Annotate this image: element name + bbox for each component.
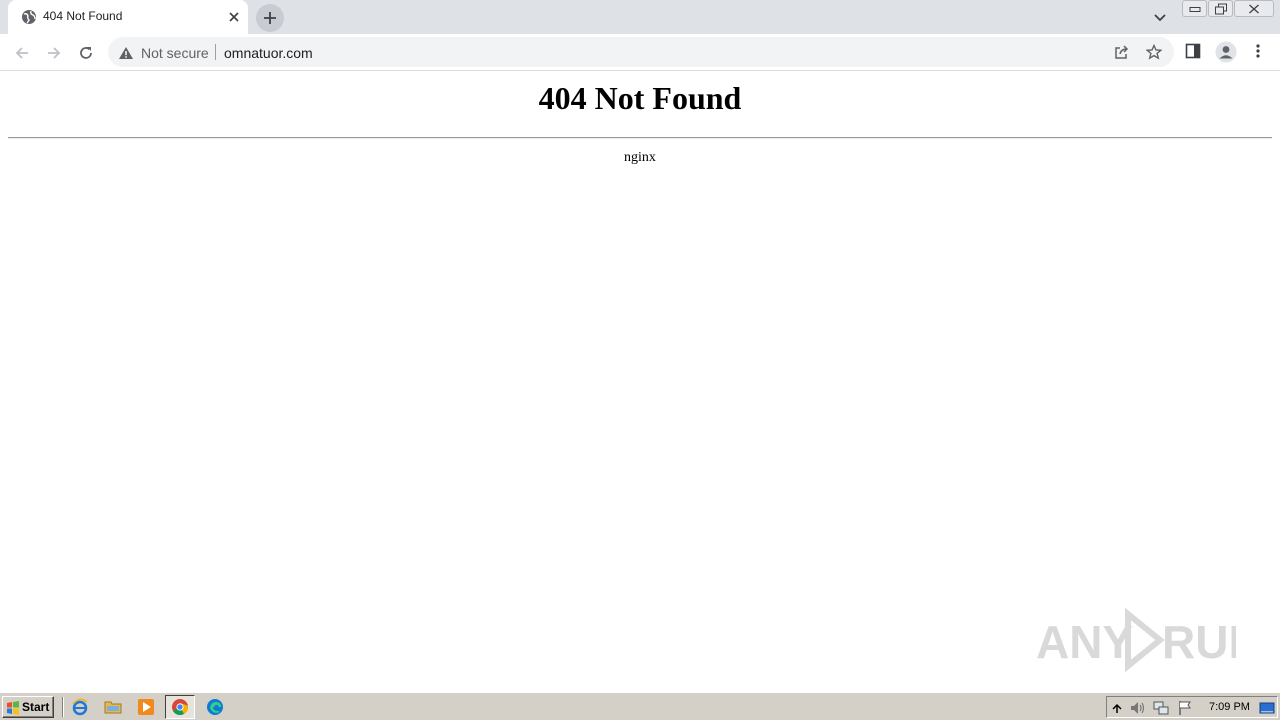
tab-search-icon[interactable] [1152, 9, 1168, 25]
side-panel-icon[interactable] [1185, 43, 1203, 61]
network-icon[interactable] [1153, 700, 1169, 716]
edge-icon[interactable] [206, 698, 224, 716]
horizontal-rule [8, 137, 1272, 139]
reload-button[interactable] [74, 41, 98, 65]
back-icon [15, 47, 28, 59]
tab-title: 404 Not Found [43, 9, 123, 23]
security-label[interactable]: Not secure [141, 45, 209, 61]
url-text[interactable]: omnatuor.com [224, 45, 313, 61]
chrome-taskbar-button[interactable] [165, 695, 195, 719]
tray-chevron-icon[interactable] [1109, 700, 1125, 716]
window-controls [1182, 0, 1274, 18]
new-tab-icon [264, 12, 276, 24]
internet-explorer-icon[interactable] [71, 698, 89, 716]
new-tab-button[interactable] [256, 4, 284, 32]
action-center-flag-icon[interactable] [1177, 700, 1193, 716]
chrome-icon [171, 698, 189, 716]
tab-strip: 404 Not Found [0, 0, 1280, 34]
windows-logo-icon [6, 700, 20, 715]
back-button[interactable] [10, 41, 34, 65]
forward-button[interactable] [42, 41, 66, 65]
forward-icon [48, 47, 61, 59]
system-tray: 7:09 PM [1106, 696, 1278, 718]
start-button[interactable]: Start [2, 696, 54, 718]
restore-icon [1214, 3, 1227, 14]
restore-button[interactable] [1208, 0, 1233, 17]
close-tab-icon[interactable] [226, 9, 242, 25]
share-icon[interactable] [1114, 44, 1130, 60]
close-window-button[interactable] [1234, 0, 1274, 17]
taskbar-separator [62, 697, 64, 717]
media-player-icon[interactable] [137, 698, 155, 716]
server-signature: nginx [624, 150, 656, 165]
watermark-text-run: RUN [1162, 616, 1236, 668]
address-bar[interactable]: Not secure omnatuor.com [108, 37, 1174, 67]
anyrun-watermark: ANY RUN [1036, 607, 1262, 673]
browser-tab[interactable]: 404 Not Found [8, 0, 248, 34]
bookmark-star-icon[interactable] [1145, 43, 1163, 60]
folder-icon[interactable] [104, 698, 122, 716]
reload-icon [80, 47, 92, 59]
page-content: 404 Not Found nginx ANY RUN [0, 72, 1280, 692]
watermark-text-any: ANY [1036, 616, 1133, 668]
menu-icon[interactable] [1250, 43, 1268, 61]
page-title: 404 Not Found [538, 80, 742, 116]
minimize-icon [1189, 6, 1200, 12]
show-desktop-icon[interactable] [1259, 700, 1275, 716]
globe-icon [21, 9, 37, 25]
omnibox-divider [215, 44, 216, 60]
browser-toolbar: Not secure omnatuor.com [0, 34, 1280, 71]
start-label: Start [22, 700, 50, 714]
warning-icon[interactable] [118, 45, 134, 59]
profile-icon[interactable] [1215, 41, 1237, 63]
close-icon [1249, 4, 1259, 13]
volume-icon[interactable] [1129, 700, 1145, 716]
taskbar: Start 7:09 PM [0, 692, 1280, 720]
minimize-button[interactable] [1182, 0, 1207, 17]
clock[interactable]: 7:09 PM [1209, 701, 1250, 713]
